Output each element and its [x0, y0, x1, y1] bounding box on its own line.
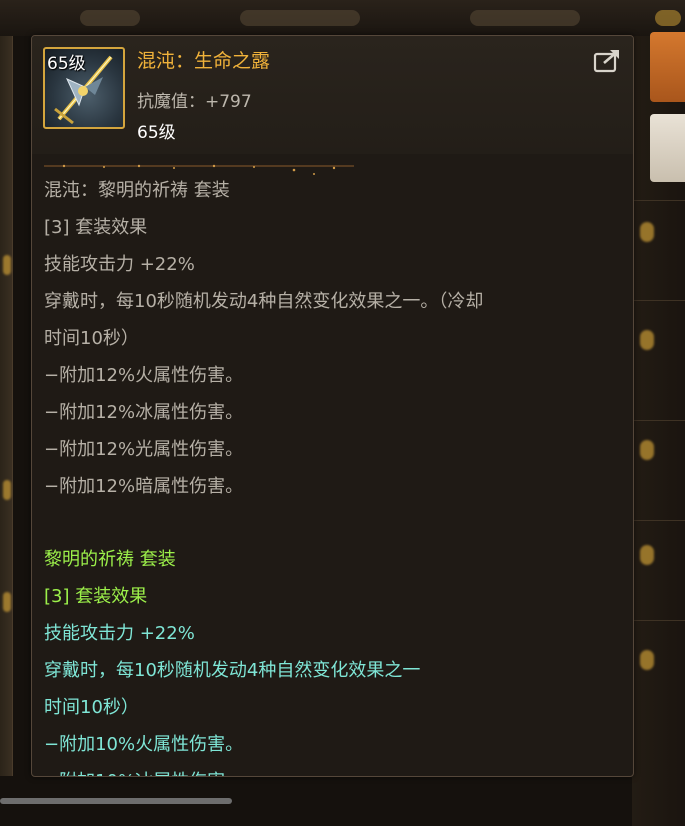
- item-level-badge: 65级: [47, 54, 86, 74]
- background-blur: [655, 10, 681, 26]
- item-name: 混沌：生命之露: [137, 50, 271, 72]
- background-top-bar: [0, 0, 685, 36]
- set-effect-ice-gray: −附加12%冰属性伤害。: [44, 402, 244, 423]
- set-title-green: 黎明的祈祷 套装: [44, 549, 176, 570]
- background-item-icon: [640, 222, 654, 242]
- background-divider: [632, 420, 685, 421]
- background-item-icon: [640, 650, 654, 670]
- set-desc2-cyan: 时间10秒）: [44, 697, 139, 718]
- background-blur: [470, 10, 580, 26]
- horizontal-scrollbar[interactable]: [0, 798, 232, 804]
- background-divider: [632, 200, 685, 201]
- item-stat: 抗魔值：+797: [137, 92, 252, 112]
- set-skill-gray: 技能攻击力 +22%: [44, 254, 195, 275]
- background-beige-button[interactable]: [650, 114, 685, 182]
- background-item-icon: [3, 592, 11, 612]
- background-divider: [632, 300, 685, 301]
- share-icon[interactable]: [592, 48, 622, 74]
- set-desc1-cyan: 穿戴时，每10秒随机发动4种自然变化效果之一: [44, 660, 421, 681]
- background-item-icon: [640, 330, 654, 350]
- set-desc2-gray: 时间10秒）: [44, 328, 139, 349]
- set-desc1-gray: 穿戴时，每10秒随机发动4种自然变化效果之一。（冷却: [44, 291, 484, 312]
- set-effect-fire-cyan: −附加10%火属性伤害。: [44, 734, 244, 755]
- set-effect-light-gray: −附加12%光属性伤害。: [44, 439, 244, 460]
- set-effect-dark-gray: −附加12%暗属性伤害。: [44, 476, 244, 497]
- set-effect-ice-cyan-partial: −附加10%冰属性伤害: [44, 763, 624, 776]
- background-item-icon: [640, 440, 654, 460]
- weapon-icon[interactable]: 65级: [43, 47, 125, 129]
- item-tooltip: 65级 混沌：生命之露 抗魔值：+797 65级 混沌：黎明的祈祷 套装 [3]…: [31, 35, 634, 777]
- background-divider: [632, 520, 685, 521]
- set-skill-cyan: 技能攻击力 +22%: [44, 623, 195, 644]
- background-orange-button[interactable]: [650, 32, 685, 102]
- item-level: 65级: [137, 123, 176, 143]
- background-blur: [80, 10, 140, 26]
- set-tier-gray: [3] 套装效果: [44, 217, 148, 238]
- background-blur: [240, 10, 360, 26]
- background-item-icon: [640, 545, 654, 565]
- set-tier-green: [3] 套装效果: [44, 586, 148, 607]
- tooltip-header: 65级 混沌：生命之露 抗魔值：+797 65级: [32, 36, 633, 154]
- set-effect-fire-gray: −附加12%火属性伤害。: [44, 365, 244, 386]
- set-description: 混沌：黎明的祈祷 套装 [3] 套装效果 技能攻击力 +22% 穿戴时，每10秒…: [44, 172, 624, 776]
- set-title-gray: 混沌：黎明的祈祷 套装: [44, 180, 230, 201]
- background-item-icon: [3, 255, 11, 275]
- background-left-panel: [0, 36, 13, 776]
- background-divider: [632, 620, 685, 621]
- background-item-icon: [3, 480, 11, 500]
